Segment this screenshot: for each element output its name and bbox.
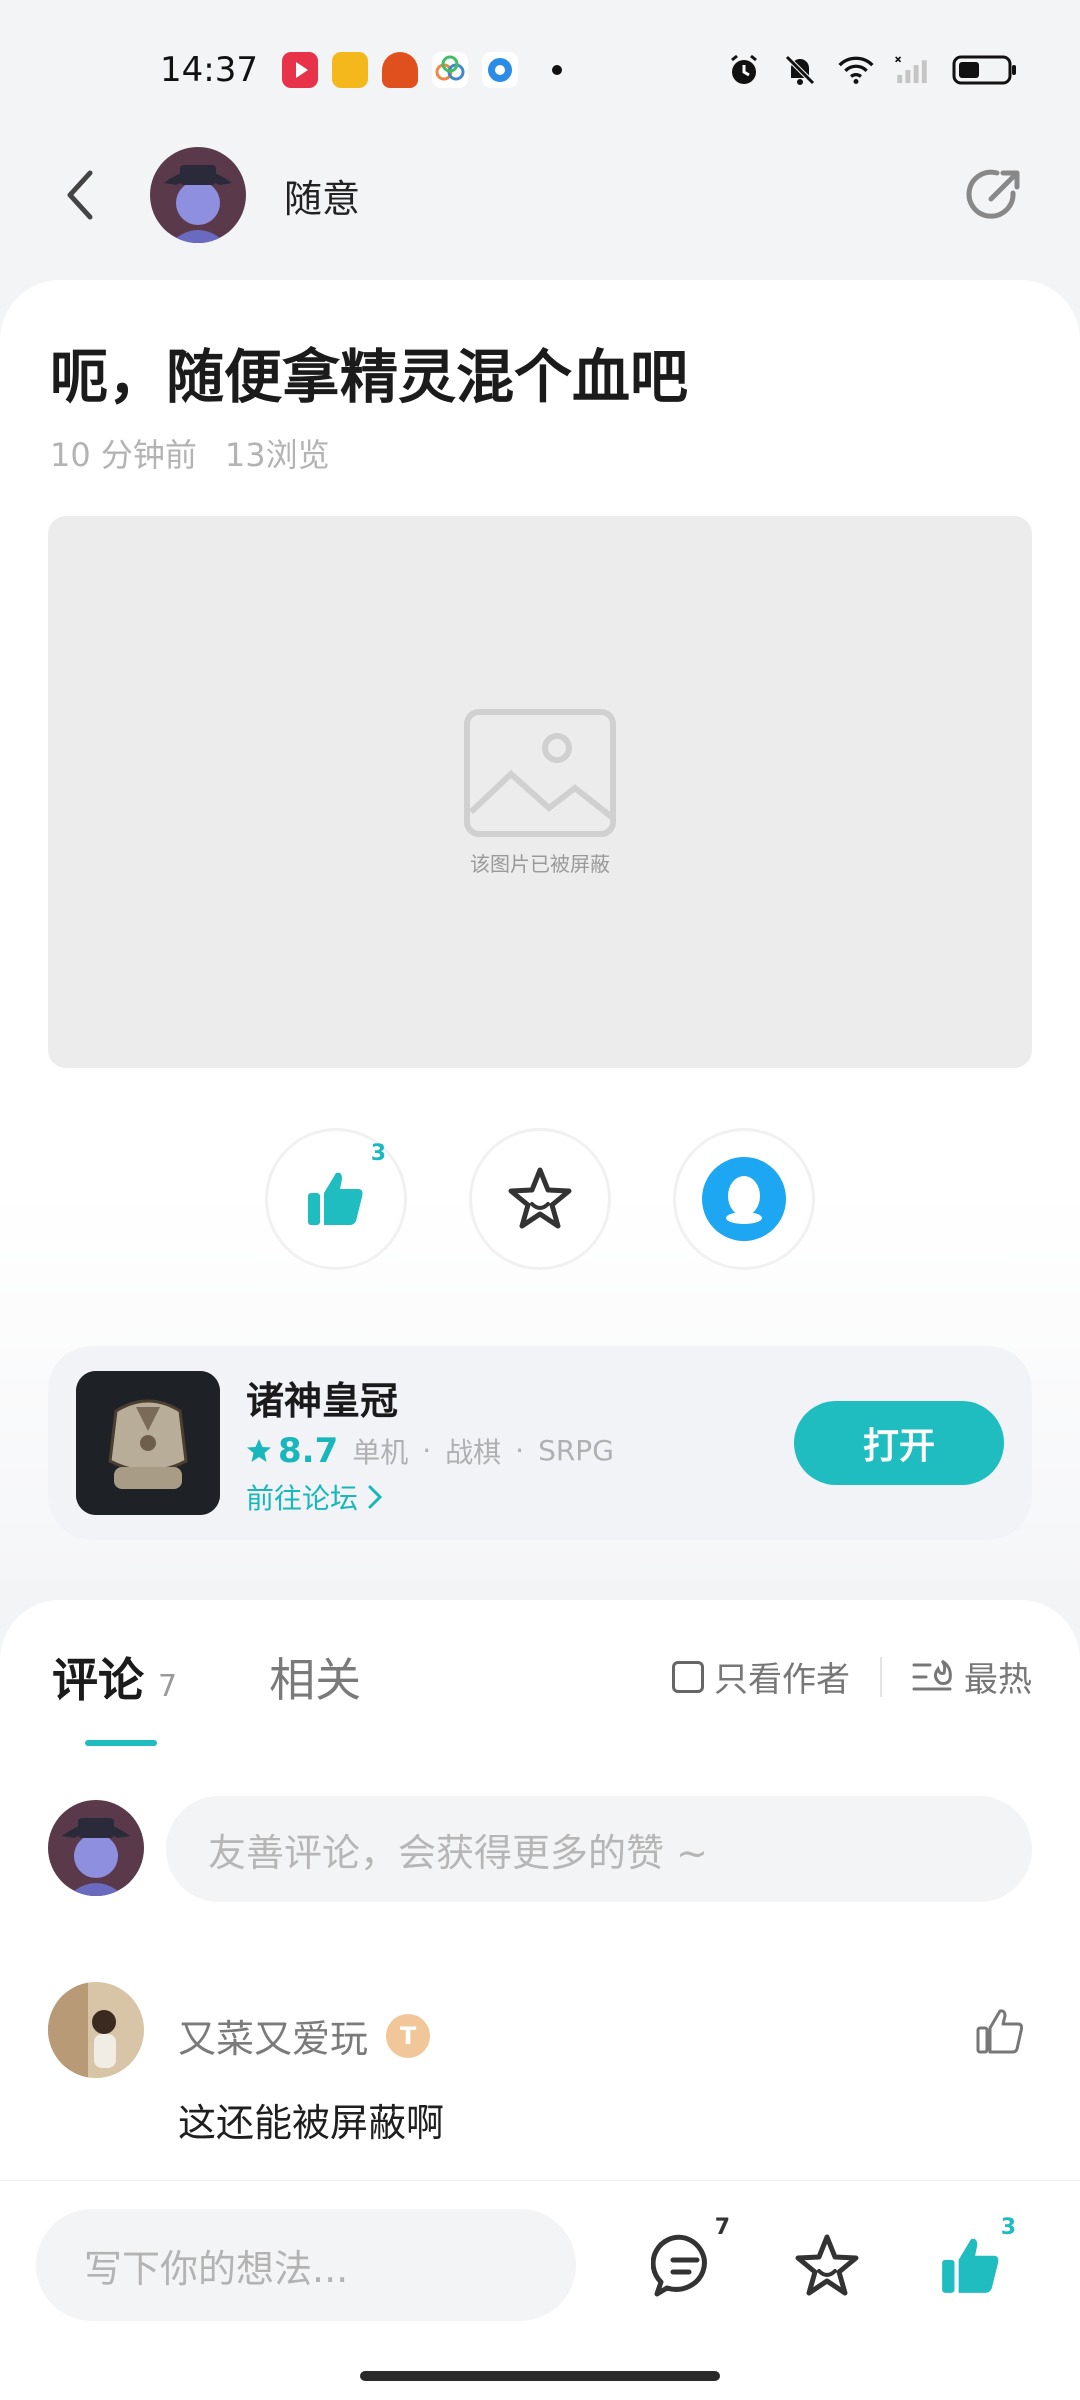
comment-icon <box>651 2234 707 2297</box>
comment-tabs: 评论 7 相关 <box>52 1644 361 1710</box>
comment-section: 评论 7 相关 只看作者 最热 友善评论，会获得更多的赞 ~ 又菜又爱玩 T 这… <box>0 1600 1080 2180</box>
favorite-bottom-button[interactable] <box>782 2221 872 2311</box>
qq-icon <box>702 1157 786 1241</box>
qq-share-button[interactable] <box>673 1128 815 1270</box>
blocked-image-text: 该图片已被屏蔽 <box>470 851 610 876</box>
alarm-icon <box>726 52 762 88</box>
star-filled-icon <box>247 1438 271 1462</box>
status-bar: 14:37 <box>0 0 1080 140</box>
post-time: 10 分钟前 <box>50 436 197 474</box>
reader-app-icon <box>331 52 368 88</box>
comment-filters: 只看作者 最热 <box>672 1652 1032 1701</box>
user-level-badge: T <box>386 2013 431 2058</box>
forum-link[interactable]: 前往论坛 <box>246 1477 614 1517</box>
dot-icon <box>551 65 562 75</box>
post-views: 13浏览 <box>224 436 330 474</box>
tag-separator: · <box>515 1434 525 1467</box>
tag-separator: · <box>422 1434 432 1467</box>
home-indicator[interactable] <box>360 2371 720 2381</box>
thumbs-up-icon <box>308 1172 363 1225</box>
open-game-button[interactable]: 打开 <box>794 1401 1004 1485</box>
commenter-name-row: 又菜又爱玩 T <box>178 2008 431 2063</box>
like-count-badge: 3 <box>1000 2215 1016 2240</box>
divider <box>880 1656 882 1697</box>
wifi-icon <box>838 52 874 88</box>
like-count: 3 <box>370 1141 386 1166</box>
share-button[interactable] <box>960 160 1030 230</box>
back-button[interactable] <box>50 165 110 225</box>
tab-comments[interactable]: 评论 <box>52 1644 144 1710</box>
game-name[interactable]: 诸神皇冠 <box>246 1370 614 1425</box>
my-avatar <box>48 1800 144 1896</box>
only-author-checkbox[interactable] <box>672 1660 704 1693</box>
comment-count: 7 <box>158 1669 178 1704</box>
game-tag: 战棋 <box>445 1435 502 1469</box>
sort-icon[interactable] <box>912 1659 952 1695</box>
favorite-button[interactable] <box>469 1128 611 1270</box>
status-time: 14:37 <box>160 50 258 90</box>
post-actions: 3 <box>0 1128 1080 1270</box>
author-name[interactable]: 随意 <box>284 168 360 223</box>
mute-icon <box>782 52 818 88</box>
video-app-icon <box>281 52 318 88</box>
author-avatar[interactable] <box>150 147 246 243</box>
chevron-left-icon <box>67 170 93 220</box>
game-tag: SRPG <box>538 1434 614 1467</box>
battery-icon <box>950 52 1020 88</box>
post-header: 随意 <box>0 140 1080 250</box>
game-tags: 8.7 单机 · 战棋 · SRPG <box>246 1431 614 1471</box>
game-info: 诸神皇冠 8.7 单机 · 战棋 · SRPG 前往论坛 <box>246 1370 614 1517</box>
image-placeholder-icon <box>464 708 616 837</box>
signal-icon <box>894 52 930 88</box>
post-meta: 10 分钟前 13浏览 <box>50 430 330 476</box>
game-icon[interactable] <box>76 1371 220 1515</box>
like-bottom-button[interactable]: 3 <box>926 2215 1016 2311</box>
taptap-app-icon <box>381 52 418 88</box>
game-card[interactable]: 诸神皇冠 8.7 单机 · 战棋 · SRPG 前往论坛 打开 <box>48 1346 1032 1540</box>
like-button[interactable]: 3 <box>265 1128 407 1270</box>
star-icon <box>508 1167 572 1229</box>
comment-input[interactable]: 友善评论，会获得更多的赞 ~ <box>166 1796 1032 1902</box>
game-score-value: 8.7 <box>278 1430 339 1471</box>
bottom-bar: 写下你的想法... 7 3 <box>0 2180 1080 2400</box>
comment-text: 这还能被屏蔽啊 <box>178 2101 445 2145</box>
comment-like-button[interactable] <box>974 2006 1026 2062</box>
post-card: 呃，随便拿精灵混个血吧 10 分钟前 13浏览 该图片已被屏蔽 3 诸神皇冠 8… <box>0 280 1080 1580</box>
star-icon <box>795 2234 859 2296</box>
photos-app-icon <box>431 52 468 88</box>
active-tab-indicator <box>85 1740 157 1746</box>
chrome-app-icon <box>481 52 518 88</box>
game-score: 8.7 <box>246 1431 338 1471</box>
share-icon <box>966 169 1020 219</box>
chevron-right-icon <box>368 1485 383 1508</box>
blocked-image[interactable]: 该图片已被屏蔽 <box>48 516 1032 1068</box>
only-author-label[interactable]: 只看作者 <box>714 1652 850 1701</box>
reply-input[interactable]: 写下你的想法... <box>36 2209 576 2321</box>
status-app-icons <box>281 52 562 88</box>
commenter-name[interactable]: 又菜又爱玩 <box>178 2008 368 2063</box>
forum-link-label: 前往论坛 <box>246 1481 359 1515</box>
status-right-icons <box>726 52 1020 88</box>
tab-related[interactable]: 相关 <box>269 1644 361 1710</box>
comment-count-badge: 7 <box>714 2215 730 2240</box>
sort-label[interactable]: 最热 <box>964 1652 1032 1701</box>
comment-button[interactable]: 7 <box>640 2215 730 2311</box>
thumbs-up-outline-icon <box>976 2009 1024 2054</box>
post-title: 呃，随便拿精灵混个血吧 <box>50 343 689 411</box>
game-tag: 单机 <box>352 1435 409 1469</box>
commenter-avatar[interactable] <box>48 1982 144 2078</box>
thumbs-up-icon <box>942 2238 999 2293</box>
